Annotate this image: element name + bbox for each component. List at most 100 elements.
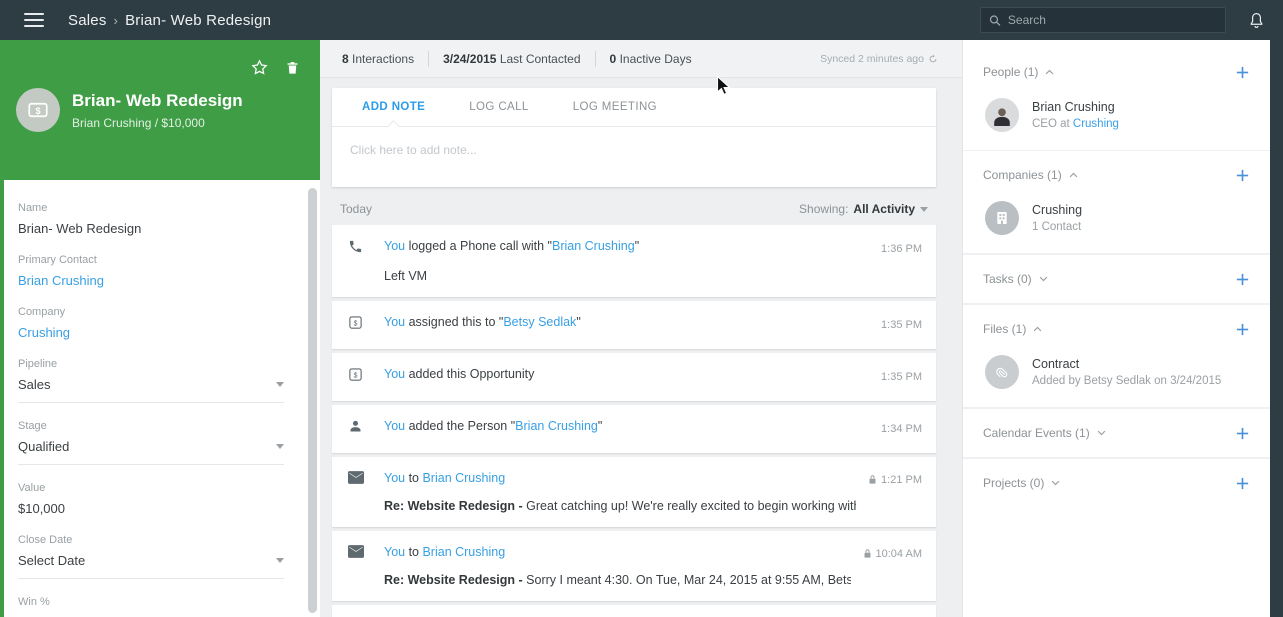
company-name[interactable]: Crushing (1032, 203, 1082, 217)
target-link[interactable]: Brian Crushing (552, 239, 635, 253)
close-date-select[interactable]: Select Date (18, 552, 284, 579)
window-edge (1270, 40, 1283, 617)
search-input[interactable] (1007, 13, 1217, 27)
file-name[interactable]: Contract (1032, 357, 1221, 371)
field-label: Stage (18, 420, 47, 432)
chevron-up-icon (1046, 69, 1054, 75)
field-label: Pipeline (18, 358, 58, 370)
stat-last-contacted: 3/24/2015 Last Contacted (443, 51, 581, 66)
notifications-bell-icon[interactable] (1248, 11, 1265, 29)
email-snippet[interactable]: Re: Website Redesign - Sorry I meant 4:3… (384, 573, 851, 587)
person-name[interactable]: Brian Crushing (1032, 100, 1119, 114)
actor-link[interactable]: You (384, 239, 405, 253)
email-icon (348, 471, 364, 484)
file-item[interactable]: Contract Added by Betsy Sedlak on 3/24/2… (983, 353, 1250, 407)
opportunity-avatar: $ (16, 88, 60, 132)
actor-link[interactable]: You (384, 315, 405, 329)
add-task-icon[interactable] (1235, 272, 1250, 287)
email-snippet[interactable]: Re: Website Redesign - Great catching up… (384, 499, 856, 513)
left-panel-scrollbar[interactable] (308, 188, 317, 613)
lock-icon (869, 475, 876, 484)
field-value[interactable]: $10,000 (18, 500, 284, 517)
actor-link[interactable]: You (384, 419, 405, 433)
actor-link[interactable]: You (384, 545, 405, 559)
activity-time: 1:34 PM (881, 422, 922, 435)
divider (594, 50, 596, 67)
section-people-header[interactable]: People (1) (983, 48, 1250, 96)
svg-text:$: $ (354, 320, 358, 327)
field-value[interactable]: Brian- Web Redesign (18, 220, 284, 237)
tab-add-note[interactable]: ADD NOTE (340, 88, 447, 126)
paperclip-icon (996, 367, 1008, 378)
actor-link[interactable]: You (384, 471, 405, 485)
company-link[interactable]: Crushing (18, 324, 284, 341)
chevron-down-icon (1052, 480, 1060, 486)
opportunity-icon: $ (349, 368, 362, 381)
chevron-down-icon (920, 206, 928, 212)
person-avatar (985, 98, 1019, 132)
divider (428, 50, 430, 67)
stat-interactions: 8 Interactions (342, 51, 415, 66)
refresh-icon (929, 54, 937, 62)
section-projects: Projects (0) (963, 458, 1270, 507)
person-item[interactable]: Brian Crushing CEO at Crushing (983, 96, 1250, 150)
sync-status[interactable]: Synced 2 minutes ago (820, 53, 938, 65)
delete-trash-icon[interactable] (285, 59, 300, 77)
primary-contact-link[interactable]: Brian Crushing (18, 272, 284, 289)
field-label: Company (18, 306, 66, 318)
add-company-icon[interactable] (1235, 168, 1250, 183)
composer-tabs: ADD NOTE LOG CALL LOG MEETING (332, 88, 936, 127)
field-label: Primary Contact (18, 254, 97, 266)
tab-log-meeting[interactable]: LOG MEETING (551, 88, 679, 126)
field-label: Win % (18, 596, 50, 608)
section-projects-header[interactable]: Projects (0) (983, 459, 1250, 507)
activity-filter[interactable]: Showing: All Activity (799, 202, 928, 216)
section-tasks-header[interactable]: Tasks (0) (983, 255, 1250, 303)
target-link[interactable]: Brian Crushing (422, 545, 505, 559)
activity-time: 1:35 PM (881, 318, 922, 331)
person-company-link[interactable]: Crushing (1073, 118, 1119, 130)
menu-icon[interactable] (24, 9, 44, 31)
section-companies-header[interactable]: Companies (1) (983, 151, 1250, 199)
pipeline-select[interactable]: Sales (18, 376, 284, 403)
field-primary-contact: Primary Contact Brian Crushing (18, 254, 284, 289)
composer-card: ADD NOTE LOG CALL LOG MEETING Click here… (332, 88, 936, 187)
chevron-down-icon (1039, 276, 1047, 282)
chevron-up-icon (1034, 326, 1042, 332)
email-icon (348, 545, 364, 558)
breadcrumb-separator: › (113, 12, 119, 28)
feed-day-label: Today (340, 202, 373, 216)
tab-log-call[interactable]: LOG CALL (447, 88, 550, 126)
field-label: Value (18, 482, 46, 494)
search-box[interactable] (980, 7, 1226, 33)
field-name: Name Brian- Web Redesign (18, 202, 284, 237)
activity-email: You to Brian Crushing 10:04 AM Re: Websi… (332, 531, 936, 601)
phone-icon (349, 240, 362, 253)
note-input[interactable]: Click here to add note... (332, 127, 936, 187)
related-panel: People (1) Brian Crushing CEO at Crushin… (962, 40, 1270, 617)
activity-phone-call: You logged a Phone call with "Brian Crus… (332, 225, 936, 297)
section-calendar-events: Calendar Events (1) (963, 408, 1270, 458)
svg-text:$: $ (35, 106, 40, 116)
add-person-icon[interactable] (1235, 65, 1250, 80)
section-files-header[interactable]: Files (1) (983, 305, 1250, 353)
add-file-icon[interactable] (1235, 322, 1250, 337)
target-link[interactable]: Brian Crushing (422, 471, 505, 485)
actor-link[interactable]: You (384, 367, 405, 381)
svg-text:$: $ (354, 372, 358, 379)
person-icon (350, 420, 361, 432)
favorite-star-icon[interactable] (250, 58, 269, 77)
target-link[interactable]: Brian Crushing (515, 419, 598, 433)
stage-select[interactable]: Qualified (18, 438, 284, 465)
target-link[interactable]: Betsy Sedlak (503, 315, 576, 329)
company-item[interactable]: Crushing 1 Contact (983, 199, 1250, 253)
add-project-icon[interactable] (1235, 476, 1250, 491)
feed-header: Today Showing: All Activity (332, 187, 936, 225)
breadcrumb-section[interactable]: Sales (68, 12, 107, 29)
section-calendar-header[interactable]: Calendar Events (1) (983, 409, 1250, 457)
top-bar: Sales › Brian- Web Redesign (0, 0, 1283, 40)
section-tasks: Tasks (0) (963, 254, 1270, 304)
field-pipeline: Pipeline Sales (18, 358, 284, 403)
add-event-icon[interactable] (1235, 426, 1250, 441)
activity-title: You added the Person "Brian Crushing" (384, 419, 603, 433)
